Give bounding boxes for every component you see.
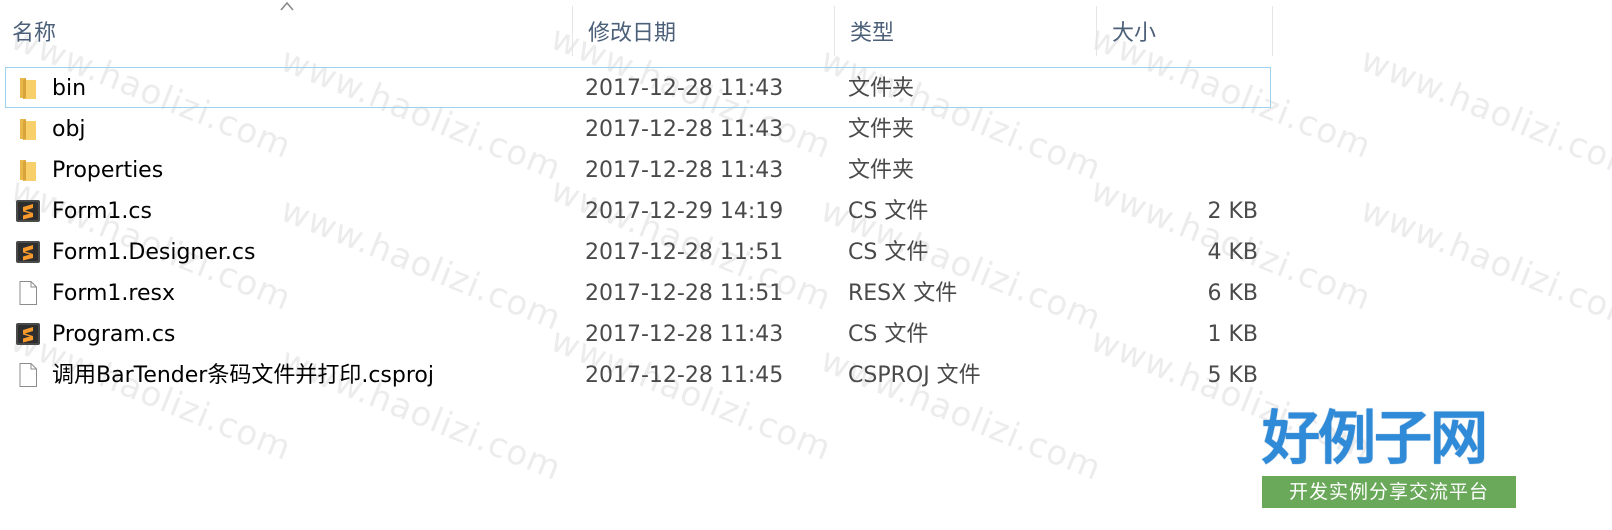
- folder-icon: [15, 157, 41, 183]
- blank-file-icon: [15, 362, 41, 388]
- file-modified-date: 2017-12-28 11:51: [585, 240, 784, 265]
- file-size: 4 KB: [1207, 240, 1258, 265]
- file-size: 1 KB: [1207, 322, 1258, 347]
- file-type: CS 文件: [848, 240, 929, 265]
- file-row[interactable]: Form1.resx 2017-12-28 11:51 RESX 文件 6 KB: [5, 272, 1271, 313]
- file-name: bin: [52, 76, 87, 101]
- file-type: CSPROJ 文件: [848, 363, 981, 388]
- file-type: CS 文件: [848, 322, 929, 347]
- logo-subtitle: 开发实例分享交流平台: [1262, 476, 1516, 508]
- haolizi-logo: 好例子网 开发实例分享交流平台: [1262, 404, 1516, 508]
- file-name: obj: [52, 117, 86, 142]
- file-size: [1106, 150, 1258, 191]
- blank-file-icon: [15, 280, 41, 306]
- column-header-name-label: 名称: [12, 21, 57, 46]
- file-size: 2 KB: [1207, 199, 1258, 224]
- file-modified-date: 2017-12-28 11:43: [585, 76, 784, 101]
- file-size: 5 KB: [1207, 363, 1258, 388]
- folder-icon: [15, 116, 41, 142]
- sublime-file-icon: [15, 321, 41, 347]
- file-name: Form1.cs: [52, 199, 152, 224]
- file-modified-date: 2017-12-28 11:43: [585, 117, 784, 142]
- file-row[interactable]: obj 2017-12-28 11:43 文件夹: [5, 108, 1271, 149]
- file-name: Form1.Designer.cs: [52, 240, 256, 265]
- file-explorer-view: www.haolizi.com www.haolizi.com www.haoliz…: [0, 0, 1612, 530]
- file-modified-date: 2017-12-29 14:19: [585, 199, 784, 224]
- file-row[interactable]: 调用BarTender条码文件并打印.csproj 2017-12-28 11:4…: [5, 354, 1271, 395]
- sublime-file-icon: [15, 239, 41, 265]
- file-name: Form1.resx: [52, 281, 175, 306]
- watermark-text: www.haolizi.com: [1355, 40, 1612, 190]
- file-row[interactable]: Program.cs 2017-12-28 11:43 CS 文件 1 KB: [5, 313, 1271, 354]
- file-row[interactable]: Form1.Designer.cs 2017-12-28 11:51 CS 文件 4 …: [5, 231, 1271, 272]
- file-modified-date: 2017-12-28 11:43: [585, 322, 784, 347]
- file-size: [1106, 68, 1258, 109]
- column-header-size[interactable]: 大小: [1100, 0, 1276, 62]
- file-name: 调用BarTender条码文件并打印.csproj: [52, 363, 434, 388]
- file-type: 文件夹: [848, 117, 915, 142]
- column-header-name[interactable]: 名称: [0, 0, 576, 62]
- watermark-text: www.haolizi.com: [1355, 190, 1612, 340]
- file-type: 文件夹: [848, 76, 915, 101]
- file-modified-date: 2017-12-28 11:51: [585, 281, 784, 306]
- file-type: RESX 文件: [848, 281, 958, 306]
- file-row[interactable]: bin 2017-12-28 11:43 文件夹: [5, 67, 1271, 108]
- file-row[interactable]: Form1.cs 2017-12-29 14:19 CS 文件 2 KB: [5, 190, 1271, 231]
- file-name: Properties: [52, 158, 164, 183]
- column-header-date-label: 修改日期: [588, 21, 677, 46]
- column-divider[interactable]: [1096, 6, 1097, 56]
- file-modified-date: 2017-12-28 11:45: [585, 363, 784, 388]
- file-size: [1106, 109, 1258, 150]
- logo-title: 好例子网: [1262, 404, 1488, 472]
- column-header-bar: 名称 修改日期 类型 大小: [0, 0, 1612, 62]
- file-row[interactable]: Properties 2017-12-28 11:43 文件夹: [5, 149, 1271, 190]
- file-type: CS 文件: [848, 199, 929, 224]
- column-header-type[interactable]: 类型: [838, 0, 1100, 62]
- sublime-file-icon: [15, 198, 41, 224]
- file-size: 6 KB: [1207, 281, 1258, 306]
- column-divider[interactable]: [1272, 6, 1273, 56]
- column-header-type-label: 类型: [850, 21, 895, 46]
- column-header-date[interactable]: 修改日期: [576, 0, 838, 62]
- column-divider[interactable]: [572, 6, 573, 56]
- file-modified-date: 2017-12-28 11:43: [585, 158, 784, 183]
- column-divider[interactable]: [834, 6, 835, 56]
- column-header-size-label: 大小: [1112, 21, 1157, 46]
- folder-icon: [15, 75, 41, 101]
- file-type: 文件夹: [848, 158, 915, 183]
- file-name: Program.cs: [52, 322, 176, 347]
